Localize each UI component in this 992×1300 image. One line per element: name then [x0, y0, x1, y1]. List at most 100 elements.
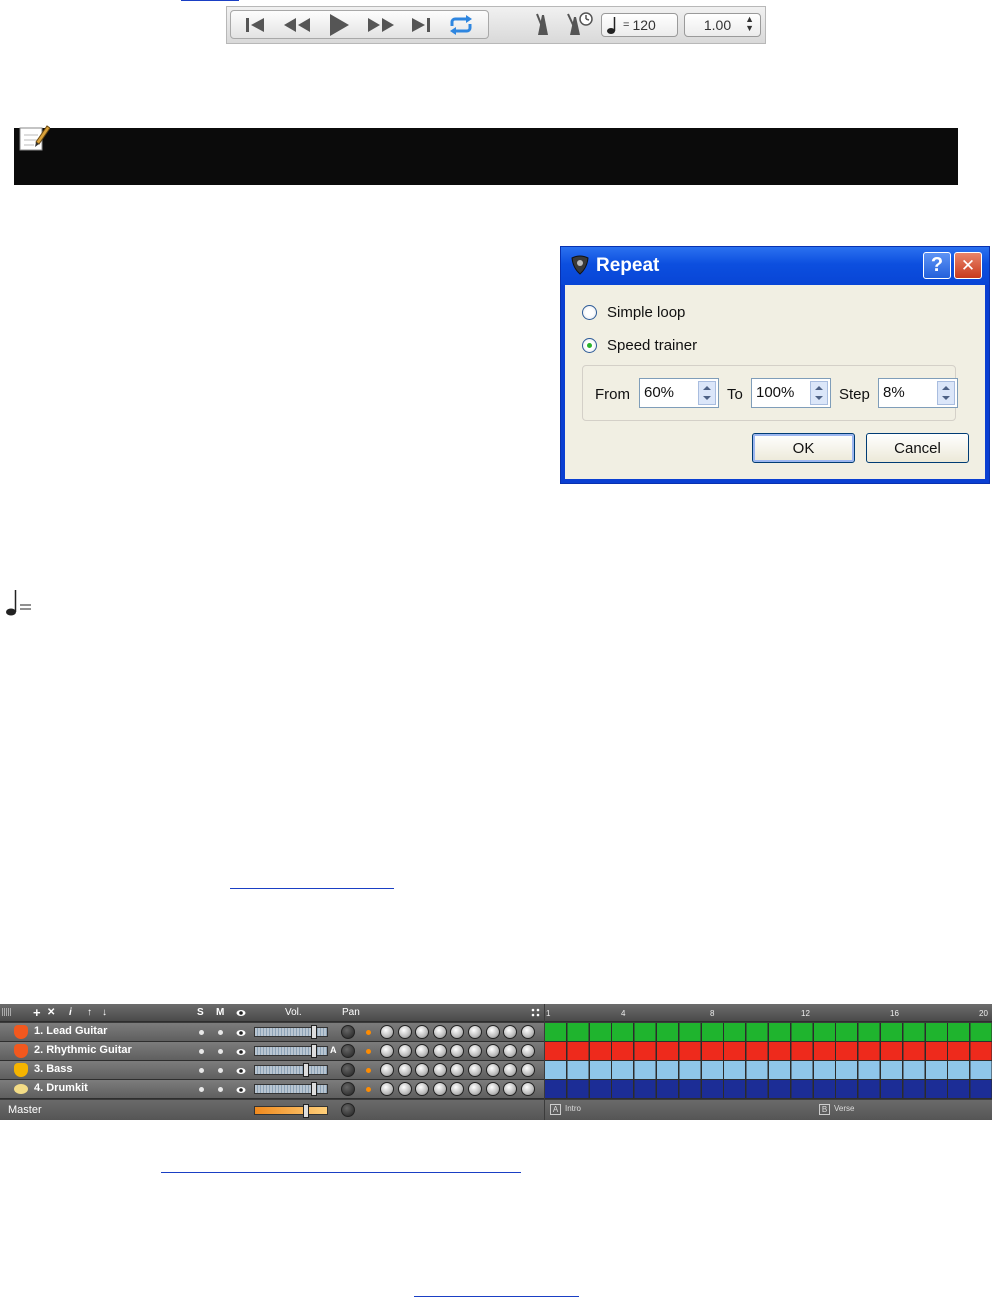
eq-knob[interactable]: [397, 1082, 412, 1096]
grip-handle[interactable]: [2, 1008, 12, 1016]
link-underline[interactable]: [181, 0, 239, 1]
loop-button[interactable]: [441, 11, 481, 38]
help-button[interactable]: ?: [923, 252, 951, 279]
eq-knob[interactable]: [380, 1044, 394, 1058]
eq-knob[interactable]: [432, 1044, 447, 1058]
countdown-button[interactable]: [565, 11, 595, 37]
mute-toggle[interactable]: [218, 1087, 223, 1092]
track-name[interactable]: 1. Lead Guitar: [34, 1025, 107, 1037]
ok-button[interactable]: OK: [752, 433, 855, 463]
eq-knob[interactable]: [432, 1025, 447, 1039]
tempo-field[interactable]: = 120: [601, 13, 678, 37]
eye-icon[interactable]: [236, 1085, 246, 1095]
from-spinbox[interactable]: 60%: [639, 378, 719, 408]
eq-knob[interactable]: [503, 1063, 518, 1077]
eq-knob[interactable]: [503, 1025, 518, 1039]
eq-knob[interactable]: [485, 1082, 500, 1096]
track-timeline-lane[interactable]: [545, 1042, 992, 1061]
cancel-button[interactable]: Cancel: [866, 433, 969, 463]
effects-indicator[interactable]: [366, 1068, 371, 1073]
section-marker-letter[interactable]: B: [819, 1104, 830, 1115]
dialog-title-bar[interactable]: Repeat ? ✕: [561, 247, 989, 285]
section-marker-name[interactable]: Intro: [565, 1104, 581, 1113]
track-volume-slider[interactable]: [254, 1044, 328, 1058]
simple-loop-label[interactable]: Simple loop: [607, 304, 685, 321]
track-row[interactable]: 4. Drumkit: [0, 1080, 544, 1099]
delete-track-button[interactable]: ✕: [47, 1007, 55, 1018]
track-timeline-lane[interactable]: [545, 1061, 992, 1080]
eq-knob[interactable]: [520, 1044, 535, 1058]
master-pan-knob[interactable]: [341, 1103, 355, 1117]
move-track-up-button[interactable]: ↑: [87, 1007, 92, 1018]
mute-toggle[interactable]: [218, 1030, 223, 1035]
eq-knob[interactable]: [468, 1082, 482, 1096]
eq-knob[interactable]: [468, 1063, 482, 1077]
speed-trainer-radio[interactable]: [582, 338, 597, 353]
solo-toggle[interactable]: [199, 1068, 204, 1073]
effects-indicator[interactable]: [366, 1030, 371, 1035]
track-timeline-lane[interactable]: [545, 1023, 992, 1042]
eq-knob[interactable]: [397, 1025, 412, 1039]
eq-knob[interactable]: [397, 1044, 412, 1058]
to-spin-arrows[interactable]: [810, 381, 828, 405]
section-marker-name[interactable]: Verse: [834, 1104, 854, 1113]
eq-knob[interactable]: [485, 1025, 500, 1039]
eq-knob[interactable]: [503, 1044, 518, 1058]
link-underline[interactable]: [230, 888, 394, 889]
play-button[interactable]: [319, 11, 359, 38]
eq-knob[interactable]: [380, 1063, 394, 1077]
eq-knob[interactable]: [415, 1025, 430, 1039]
eq-knob[interactable]: [432, 1082, 447, 1096]
add-track-button[interactable]: +: [33, 1005, 41, 1020]
simple-loop-radio[interactable]: [582, 305, 597, 320]
eq-knob[interactable]: [380, 1025, 394, 1039]
track-row[interactable]: 2. Rhythmic Guitar A: [0, 1042, 544, 1061]
volume-thumb[interactable]: [311, 1025, 317, 1039]
pan-knob[interactable]: [341, 1044, 355, 1058]
eq-knob[interactable]: [380, 1082, 394, 1096]
speed-trainer-label[interactable]: Speed trainer: [607, 337, 697, 354]
eq-knob[interactable]: [468, 1025, 482, 1039]
track-row[interactable]: 3. Bass: [0, 1061, 544, 1080]
eq-knob[interactable]: [520, 1025, 535, 1039]
solo-toggle[interactable]: [199, 1049, 204, 1054]
eq-knob[interactable]: [415, 1044, 430, 1058]
eq-knob[interactable]: [450, 1063, 465, 1077]
mute-toggle[interactable]: [218, 1049, 223, 1054]
eq-knob[interactable]: [485, 1063, 500, 1077]
eq-knob[interactable]: [520, 1063, 535, 1077]
eq-knob[interactable]: [450, 1044, 465, 1058]
track-volume-slider[interactable]: [254, 1025, 328, 1039]
eq-knob[interactable]: [432, 1063, 447, 1077]
eye-icon[interactable]: [236, 1047, 246, 1057]
eye-icon[interactable]: [236, 1066, 246, 1076]
speed-field[interactable]: 1.00 ▲ ▼: [684, 13, 761, 37]
to-spinbox[interactable]: 100%: [751, 378, 831, 408]
link-underline[interactable]: [414, 1296, 579, 1297]
eq-knob[interactable]: [415, 1063, 430, 1077]
eq-knob[interactable]: [450, 1025, 465, 1039]
skip-to-end-button[interactable]: [401, 11, 441, 38]
step-spin-arrows[interactable]: [937, 381, 955, 405]
volume-thumb[interactable]: [303, 1063, 309, 1077]
link-underline[interactable]: [161, 1172, 521, 1173]
track-volume-slider[interactable]: [254, 1082, 328, 1096]
eq-knob[interactable]: [520, 1082, 535, 1096]
track-info-button[interactable]: i: [69, 1007, 72, 1018]
track-name[interactable]: 4. Drumkit: [34, 1082, 88, 1094]
solo-toggle[interactable]: [199, 1030, 204, 1035]
master-volume-slider[interactable]: [254, 1104, 328, 1118]
skip-to-start-button[interactable]: [235, 11, 275, 38]
section-marker-letter[interactable]: A: [550, 1104, 561, 1115]
move-track-down-button[interactable]: ↓: [102, 1007, 107, 1018]
rewind-button[interactable]: [277, 11, 317, 38]
eq-knob[interactable]: [485, 1044, 500, 1058]
pan-knob[interactable]: [341, 1025, 355, 1039]
effects-indicator[interactable]: [366, 1049, 371, 1054]
eq-knob[interactable]: [468, 1044, 482, 1058]
eye-icon[interactable]: [236, 1028, 246, 1038]
eq-knob[interactable]: [450, 1082, 465, 1096]
pan-knob[interactable]: [341, 1063, 355, 1077]
master-volume-thumb[interactable]: [303, 1104, 309, 1118]
track-name[interactable]: 3. Bass: [34, 1063, 73, 1075]
